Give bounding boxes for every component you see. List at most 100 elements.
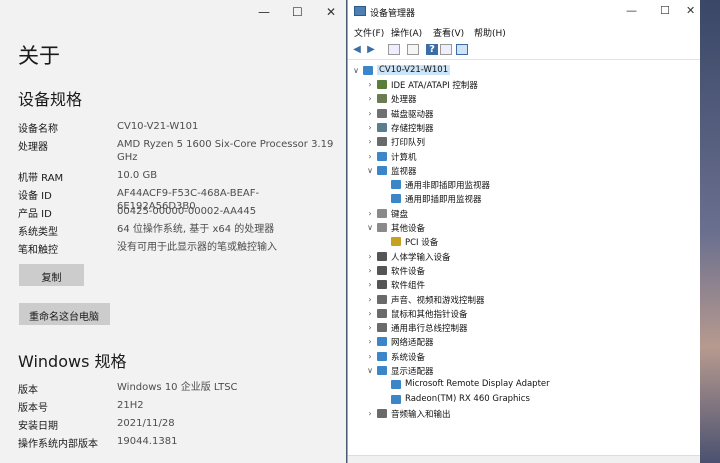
minimize-button[interactable]: — (626, 4, 637, 17)
tree-item[interactable]: ∨ 监视器 (366, 164, 688, 178)
tree-item[interactable]: › 鼠标和其他指针设备 (366, 307, 688, 321)
chevron-down-icon[interactable]: ∨ (352, 66, 360, 75)
devmgr-titlebar: 设备管理器 — ☐ ✕ (348, 0, 700, 24)
back-arrow-icon[interactable]: ◀ (351, 44, 363, 55)
tree-item[interactable]: Microsoft Remote Display Adapter (380, 378, 688, 392)
tree-item[interactable]: ∨ 其他设备 (366, 221, 688, 235)
chevron-right-icon[interactable]: › (366, 323, 374, 332)
tree-item-label: 通用即插即用监视器 (405, 195, 482, 206)
chevron-right-icon[interactable]: › (366, 94, 374, 103)
rename-pc-button[interactable]: 重命名这台电脑 (19, 303, 110, 325)
minimize-button[interactable]: — (258, 5, 270, 19)
chevron-down-icon[interactable]: ∨ (366, 366, 374, 375)
tree-item[interactable]: › 声音、视频和游戏控制器 (366, 293, 688, 307)
tree-item[interactable]: › 网络适配器 (366, 335, 688, 349)
forward-arrow-icon[interactable]: ▶ (365, 44, 377, 55)
chevron-right-icon[interactable]: › (366, 123, 374, 132)
tree-item[interactable]: › 系统设备 (366, 350, 688, 364)
tree-item[interactable]: › 软件组件 (366, 278, 688, 292)
tree-item[interactable]: › 音频输入和输出 (366, 407, 688, 421)
chevron-right-icon[interactable]: › (366, 409, 374, 418)
show-hide-tree-icon[interactable] (388, 44, 400, 55)
windows-spec-heading: Windows 规格 (18, 352, 127, 371)
menu-view[interactable]: 查看(V) (433, 26, 464, 39)
tree-item[interactable]: › 打印队列 (366, 135, 688, 149)
tree-item[interactable]: › 软件设备 (366, 264, 688, 278)
maximize-button[interactable]: ☐ (660, 4, 670, 17)
tree-item-label: 存储控制器 (391, 123, 434, 134)
hid-icon (377, 251, 387, 261)
chevron-right-icon[interactable]: › (366, 337, 374, 346)
tree-item[interactable]: 通用非即插即用监视器 (380, 178, 688, 192)
tree-item[interactable]: Radeon(TM) RX 460 Graphics (380, 393, 688, 407)
display-adapter-icon (377, 366, 387, 375)
tree-item[interactable]: › 键盘 (366, 207, 688, 221)
chevron-right-icon[interactable]: › (366, 352, 374, 361)
menu-action[interactable]: 操作(A) (391, 26, 422, 39)
printer-icon (377, 137, 387, 147)
tree-item[interactable]: › 通用串行总线控制器 (366, 321, 688, 335)
monitor-icon (391, 194, 401, 204)
tree-item-label: 显示适配器 (391, 367, 434, 377)
menu-help[interactable]: 帮助(H) (474, 26, 506, 39)
chevron-down-icon[interactable]: ∨ (366, 166, 374, 175)
chevron-right-icon[interactable]: › (366, 280, 374, 289)
other-device-icon (377, 223, 387, 232)
tree-item-label: IDE ATA/ATAPI 控制器 (391, 81, 478, 91)
device-manager-window: 设备管理器 — ☐ ✕ 文件(F) 操作(A) 查看(V) 帮助(H) ◀ ▶ … (347, 0, 700, 463)
tree-item[interactable]: › 计算机 (366, 150, 688, 164)
tree-item[interactable]: › IDE ATA/ATAPI 控制器 (366, 78, 688, 92)
tree-item-label: 磁盘驱动器 (391, 109, 434, 120)
tree-item[interactable]: › 磁盘驱动器 (366, 107, 688, 121)
help-icon[interactable]: ? (426, 44, 438, 55)
close-button[interactable]: ✕ (686, 4, 695, 17)
chevron-down-icon[interactable]: ∨ (366, 223, 374, 232)
maximize-button[interactable]: ☐ (292, 5, 303, 19)
chevron-right-icon[interactable]: › (366, 266, 374, 275)
tree-item-label: 键盘 (391, 209, 409, 220)
computer-icon (377, 151, 387, 161)
scan-hardware-icon[interactable] (456, 44, 468, 55)
device-tree: ∨ CV10-V21-W101 › IDE ATA/ATAPI 控制器 › 处理器 › 磁… (348, 62, 700, 442)
tree-item[interactable]: PCI 设备 (380, 235, 688, 249)
tree-item[interactable]: › 处理器 (366, 92, 688, 106)
tree-item-label: 打印队列 (391, 138, 426, 149)
menu-bar: 文件(F) 操作(A) 查看(V) 帮助(H) (348, 24, 700, 40)
chevron-right-icon[interactable]: › (366, 109, 374, 118)
tree-root[interactable]: ∨ CV10-V21-W101 (352, 64, 652, 78)
tree-item[interactable]: 通用即插即用监视器 (380, 192, 688, 206)
chevron-right-icon[interactable]: › (366, 137, 374, 146)
properties-icon[interactable] (407, 44, 419, 55)
tree-item-label: 鼠标和其他指针设备 (391, 309, 468, 320)
tree-item-label: 通用串行总线控制器 (391, 324, 468, 335)
tree-item-label: 其他设备 (391, 224, 426, 234)
desktop-wallpaper (700, 0, 720, 463)
tree-item-label: 计算机 (391, 152, 417, 163)
monitor-icon (377, 165, 387, 175)
chevron-right-icon[interactable]: › (366, 252, 374, 261)
close-button[interactable]: ✕ (326, 5, 336, 19)
horizontal-scrollbar[interactable] (348, 455, 700, 463)
tree-item[interactable]: › 人体学输入设备 (366, 250, 688, 264)
tree-item[interactable]: › 存储控制器 (366, 121, 688, 135)
menu-file[interactable]: 文件(F) (354, 26, 384, 39)
about-titlebar: — ☐ ✕ (0, 0, 346, 28)
ide-controller-icon (377, 80, 387, 89)
update-driver-icon[interactable] (440, 44, 452, 55)
tree-item-label: 系统设备 (391, 352, 426, 363)
chevron-right-icon[interactable]: › (366, 309, 374, 318)
network-icon (377, 337, 387, 347)
chevron-right-icon[interactable]: › (366, 80, 374, 89)
tree-item[interactable]: ∨ 显示适配器 (366, 364, 688, 378)
usb-icon (377, 323, 387, 333)
chevron-right-icon[interactable]: › (366, 209, 374, 218)
tree-item-label: Microsoft Remote Display Adapter (405, 379, 550, 390)
tree-item-label: 软件设备 (391, 266, 426, 277)
chevron-right-icon[interactable]: › (366, 295, 374, 304)
copy-button[interactable]: 复制 (19, 264, 84, 286)
tree-item-label: Radeon(TM) RX 460 Graphics (405, 393, 530, 404)
cpu-icon (377, 94, 387, 104)
display-adapter-icon (391, 380, 401, 390)
chevron-right-icon[interactable]: › (366, 152, 374, 161)
tree-root-label: CV10-V21-W101 (377, 65, 451, 75)
